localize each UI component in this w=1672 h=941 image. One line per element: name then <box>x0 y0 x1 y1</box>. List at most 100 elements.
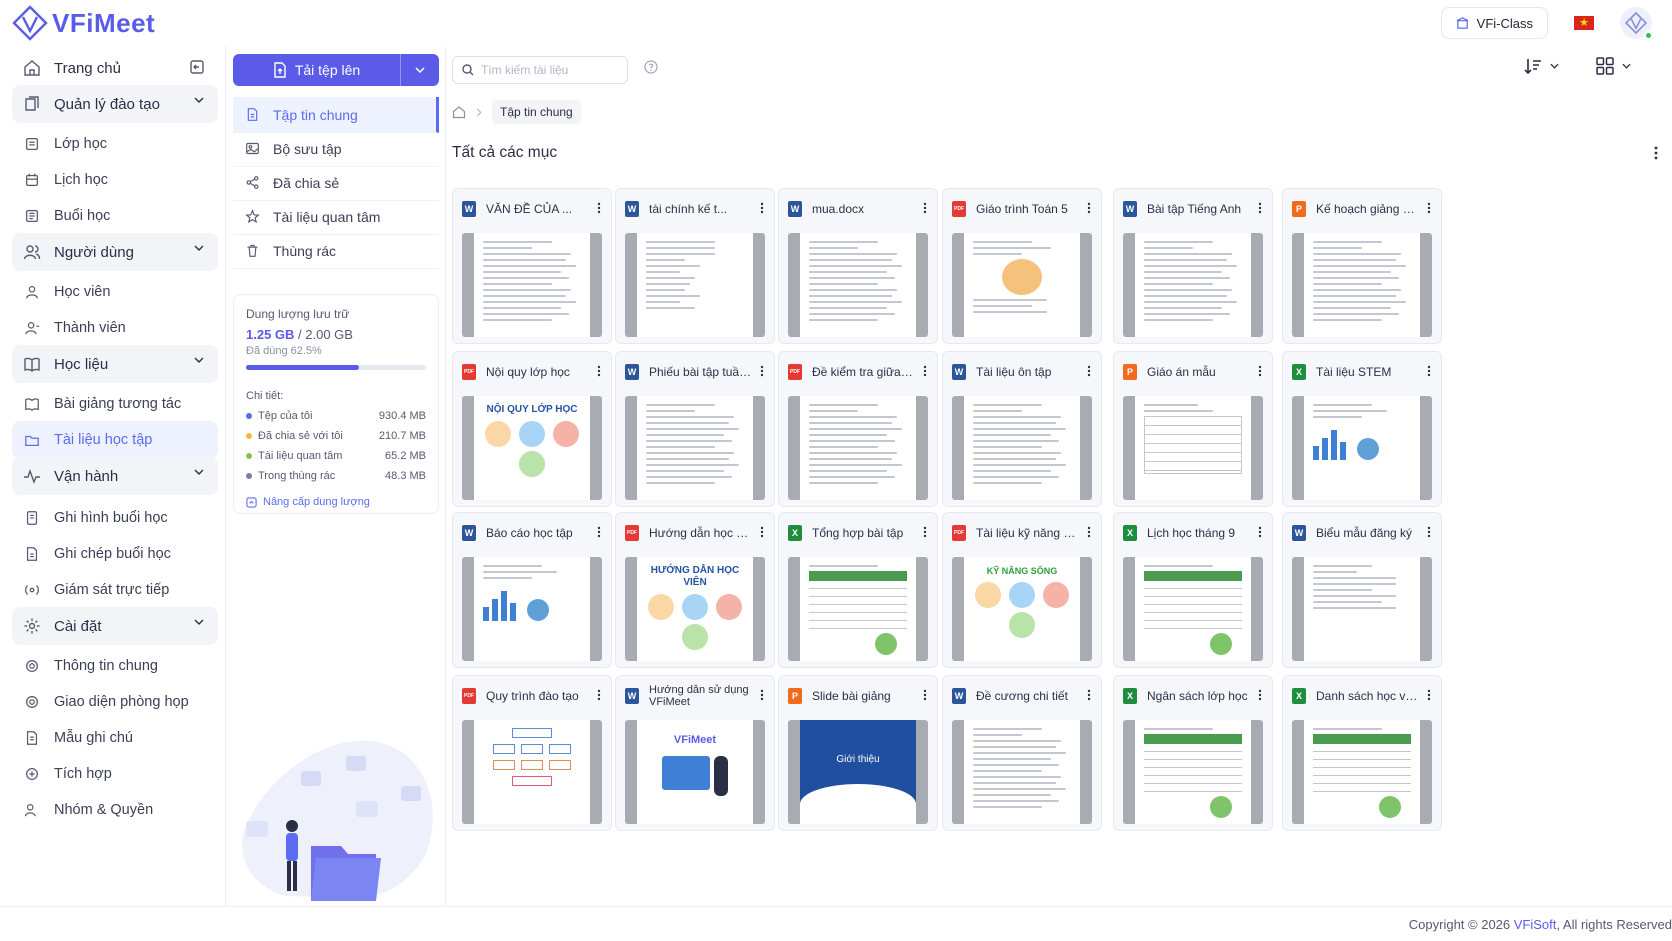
file-thumbnail[interactable] <box>788 557 928 661</box>
file-thumbnail[interactable] <box>788 233 928 337</box>
file-thumbnail[interactable] <box>625 233 765 337</box>
file-card[interactable]: X Lịch học tháng 9 <box>1113 512 1273 668</box>
file-thumbnail[interactable] <box>1292 396 1432 500</box>
home-icon[interactable] <box>452 105 466 119</box>
sidebar-item-18[interactable]: Mẫu ghi chú <box>12 719 218 757</box>
file-thumbnail[interactable] <box>1123 396 1263 500</box>
file-card[interactable]: P Kế hoạch giảng dạy <box>1282 188 1442 344</box>
more-vertical-icon[interactable] <box>1258 526 1262 538</box>
chevron-down-icon[interactable] <box>194 469 204 475</box>
file-thumbnail[interactable]: Giới thiệu <box>788 720 928 824</box>
file-card[interactable]: X Tổng hợp bài tập <box>778 512 938 668</box>
more-vertical-icon[interactable] <box>1087 526 1091 538</box>
logo[interactable]: VFiMeet <box>12 4 155 42</box>
file-card[interactable]: W VĂN ĐỀ CỦA ... <box>452 188 612 344</box>
file-card[interactable]: W Phiếu bài tập tuần 1 <box>615 351 775 507</box>
sidebar-item-0[interactable]: Trang chủ <box>12 49 218 87</box>
sidebar-item-20[interactable]: Nhóm & Quyền <box>12 791 218 829</box>
file-card[interactable]: W Đề cương chi tiết <box>942 675 1102 831</box>
file-card[interactable]: PDF Quy trình đào tạo <box>452 675 612 831</box>
sidebar-item-4[interactable]: Buổi học <box>12 197 218 235</box>
file-thumbnail[interactable] <box>788 396 928 500</box>
file-thumbnail[interactable] <box>952 396 1092 500</box>
file-card[interactable]: W Biểu mẫu đăng ký <box>1282 512 1442 668</box>
file-card[interactable]: W Bài tập Tiếng Anh <box>1113 188 1273 344</box>
company-link[interactable]: VFiSoft <box>1514 917 1557 932</box>
collapse-sidebar-icon[interactable] <box>188 58 206 76</box>
sort-control[interactable] <box>1524 57 1559 75</box>
file-card[interactable]: X Tài liệu STEM <box>1282 351 1442 507</box>
more-vertical-icon[interactable] <box>597 526 601 538</box>
more-vertical-icon[interactable] <box>760 689 764 701</box>
upgrade-storage-link[interactable]: Nâng cấp dung lượng <box>246 496 426 508</box>
file-card[interactable]: PDF Giáo trình Toán 5 <box>942 188 1102 344</box>
sidebar-item-8[interactable]: Học liệu <box>12 345 218 383</box>
file-thumbnail[interactable] <box>1292 233 1432 337</box>
vfi-class-button[interactable]: VFi-Class <box>1440 7 1548 39</box>
avatar[interactable] <box>1620 7 1653 40</box>
file-thumbnail[interactable] <box>625 396 765 500</box>
more-vertical-icon[interactable] <box>1427 202 1431 214</box>
more-vertical-icon[interactable] <box>1427 365 1431 377</box>
file-thumbnail[interactable]: KỸ NĂNG SỐNG <box>952 557 1092 661</box>
sidebar-item-15[interactable]: Cài đặt <box>12 607 218 645</box>
sidebar-item-17[interactable]: Giao diện phòng họp <box>12 683 218 721</box>
more-vertical-icon[interactable] <box>760 365 764 377</box>
folder-item-2[interactable]: Đã chia sẻ <box>233 165 439 201</box>
sidebar-item-1[interactable]: Quản lý đào tạo <box>12 85 218 123</box>
sidebar-item-13[interactable]: Ghi chép buổi học <box>12 535 218 573</box>
file-card[interactable]: X Danh sách học viên <box>1282 675 1442 831</box>
chevron-down-icon[interactable] <box>194 357 204 363</box>
more-vertical-icon[interactable] <box>1427 526 1431 538</box>
sidebar-item-11[interactable]: Vận hành <box>12 457 218 495</box>
more-vertical-icon[interactable] <box>1258 202 1262 214</box>
file-card[interactable]: W Tài liệu ôn tập <box>942 351 1102 507</box>
sidebar-item-3[interactable]: Lịch học <box>12 161 218 199</box>
file-thumbnail[interactable] <box>1292 720 1432 824</box>
upload-button[interactable]: Tải tệp lên <box>233 54 439 86</box>
file-card[interactable]: W Hướng dẫn sử dụng VFiMeet VFiMeet <box>615 675 775 831</box>
more-vertical-icon[interactable] <box>597 365 601 377</box>
upload-main-button[interactable]: Tải tệp lên <box>233 54 401 86</box>
more-vertical-icon[interactable] <box>1258 689 1262 701</box>
more-vertical-icon[interactable] <box>1654 146 1658 160</box>
file-thumbnail[interactable] <box>952 720 1092 824</box>
file-thumbnail[interactable] <box>1123 557 1263 661</box>
view-mode-control[interactable] <box>1596 57 1631 75</box>
sidebar-item-6[interactable]: Học viên <box>12 273 218 311</box>
help-icon[interactable] <box>644 60 658 74</box>
file-thumbnail[interactable]: VFiMeet <box>625 720 765 824</box>
file-thumbnail[interactable] <box>1123 233 1263 337</box>
more-vertical-icon[interactable] <box>1427 689 1431 701</box>
file-thumbnail[interactable] <box>952 233 1092 337</box>
file-card[interactable]: PDF Đề kiểm tra giữa kỳ <box>778 351 938 507</box>
file-card[interactable]: PDF Nội quy lớp học NỘI QUY LỚP HỌC <box>452 351 612 507</box>
chevron-down-icon[interactable] <box>194 245 204 251</box>
sidebar-item-7[interactable]: Thành viên <box>12 309 218 347</box>
more-vertical-icon[interactable] <box>923 202 927 214</box>
file-card[interactable]: W tài chính kế t... <box>615 188 775 344</box>
folder-item-3[interactable]: Tài liệu quan tâm <box>233 199 439 235</box>
chevron-down-icon[interactable] <box>194 97 204 103</box>
sidebar-item-16[interactable]: Thông tin chung <box>12 647 218 685</box>
more-vertical-icon[interactable] <box>760 202 764 214</box>
sidebar-item-9[interactable]: Bài giảng tương tác <box>12 385 218 423</box>
more-vertical-icon[interactable] <box>923 365 927 377</box>
more-vertical-icon[interactable] <box>760 526 764 538</box>
sidebar-item-19[interactable]: Tích hợp <box>12 755 218 793</box>
more-vertical-icon[interactable] <box>597 202 601 214</box>
more-vertical-icon[interactable] <box>597 689 601 701</box>
file-thumbnail[interactable] <box>462 557 602 661</box>
chevron-down-icon[interactable] <box>194 619 204 625</box>
file-thumbnail[interactable] <box>1123 720 1263 824</box>
file-thumbnail[interactable] <box>462 720 602 824</box>
more-vertical-icon[interactable] <box>923 689 927 701</box>
search-box[interactable] <box>452 56 628 84</box>
file-card[interactable]: PDF Hướng dẫn học viên HƯỚNG DẪN HỌC VIÊ… <box>615 512 775 668</box>
sidebar-item-14[interactable]: Giám sát trực tiếp <box>12 571 218 609</box>
sidebar-item-2[interactable]: Lớp học <box>12 125 218 163</box>
vn-flag-icon[interactable]: ★ <box>1574 16 1594 30</box>
file-card[interactable]: P Slide bài giảng Giới thiệu <box>778 675 938 831</box>
sidebar-item-12[interactable]: Ghi hình buổi học <box>12 499 218 537</box>
file-card[interactable]: W Báo cáo học tập <box>452 512 612 668</box>
